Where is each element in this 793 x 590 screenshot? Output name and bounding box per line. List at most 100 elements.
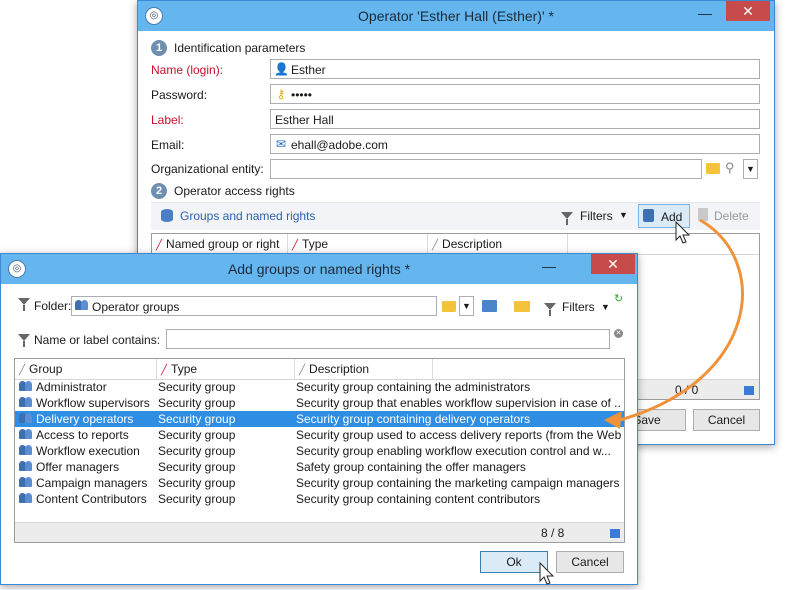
clear-filter-icon[interactable]: ✕ <box>614 329 623 338</box>
group-cell: Delivery operators <box>19 411 157 427</box>
group-cell: Offer managers <box>19 459 157 475</box>
minimize-icon[interactable]: — <box>538 259 560 276</box>
add-button-label: Add <box>661 210 683 224</box>
filter-icon <box>544 303 556 316</box>
filter-icon <box>561 212 573 225</box>
group-name: Campaign managers <box>36 476 148 490</box>
email-field[interactable]: ✉ ehall@adobe.com <box>270 134 760 154</box>
description-cell: Security group enabling workflow executi… <box>296 444 611 458</box>
groups-grid[interactable]: ╱ Group ╱ Type ╱ Description Administrator S… <box>14 358 625 543</box>
type-cell: Security group <box>158 380 236 394</box>
password-field[interactable]: ⚷ ••••• <box>270 84 760 104</box>
group-cell: Campaign managers <box>19 475 157 491</box>
groups-named-rights-link[interactable]: Groups and named rights <box>180 209 315 223</box>
description-cell: Security group containing the administra… <box>296 380 531 394</box>
description-cell: Security group that enables workflow sup… <box>296 396 622 410</box>
filters-button[interactable]: Filters <box>580 209 613 223</box>
group-icon <box>19 381 33 392</box>
table-row[interactable]: Content Contributors Security group Securi… <box>15 491 624 507</box>
table-row[interactable]: Delivery operators Security group Security… <box>15 411 624 427</box>
group-cell: Access to reports <box>19 427 157 443</box>
group-cell: Administrator <box>19 379 157 395</box>
menu-lines-icon[interactable]: ▬ ▬ ▬ <box>744 382 754 398</box>
name-filter-label: Name or label contains: <box>34 333 161 347</box>
menu-lines-icon[interactable]: ▬ ▬ ▬ <box>610 525 620 541</box>
add-dialog-titlebar[interactable]: ◎ Add groups or named rights * — ✕ <box>1 254 637 284</box>
group-icon <box>19 461 33 472</box>
group-icon <box>19 445 33 456</box>
operator-window-title: Operator 'Esther Hall (Esther)' * <box>358 8 554 24</box>
type-cell: Security group <box>158 396 236 410</box>
table-row[interactable]: Workflow supervisors Security group Securi… <box>15 395 624 411</box>
type-cell: Security group <box>158 412 236 426</box>
table-row[interactable]: Workflow execution Security group Security… <box>15 443 624 459</box>
type-cell: Security group <box>158 492 236 506</box>
column-header-label: Group <box>29 362 63 376</box>
section-number-icon: 1 <box>151 40 167 56</box>
cancel-button[interactable]: Cancel <box>693 409 760 431</box>
table-row[interactable]: Offer managers Security group Safety group… <box>15 459 624 475</box>
column-header[interactable]: ╱ Description <box>295 359 433 379</box>
folder-up-icon[interactable] <box>482 300 497 312</box>
column-header[interactable]: ╱ Type <box>288 234 428 254</box>
name-filter-input[interactable] <box>166 329 610 349</box>
column-header[interactable]: ╱ Type <box>157 359 295 379</box>
org-entity-dropdown[interactable]: ▼ <box>743 159 758 179</box>
delete-button[interactable]: Delete <box>714 209 749 223</box>
folder-open-icon[interactable] <box>514 301 530 312</box>
operator-group-icon <box>75 299 89 313</box>
label-field[interactable]: Esther Hall <box>270 109 760 129</box>
group-name: Offer managers <box>36 460 120 474</box>
trash-icon <box>698 208 708 221</box>
key-icon: ⚷ <box>276 87 286 101</box>
org-entity-field[interactable] <box>270 159 702 179</box>
group-name: Workflow supervisors <box>36 396 150 410</box>
filters-dropdown-icon[interactable]: ▼ <box>601 302 610 312</box>
filters-dropdown-icon[interactable]: ▼ <box>619 210 628 220</box>
type-cell: Security group <box>158 428 236 442</box>
minimize-icon[interactable]: — <box>694 6 716 23</box>
close-icon[interactable]: ✕ <box>726 1 770 21</box>
table-row[interactable]: Campaign managers Security group Security … <box>15 475 624 491</box>
folder-picker-icon[interactable] <box>442 301 456 312</box>
name-value: Esther <box>291 63 326 77</box>
name-field[interactable]: 👤 Esther <box>270 59 760 79</box>
refresh-icon[interactable]: ↻ <box>614 292 623 305</box>
description-cell: Security group containing delivery opera… <box>296 412 531 426</box>
email-label: Email: <box>151 138 185 152</box>
section-identification-title: Identification parameters <box>174 41 306 55</box>
description-cell: Security group used to access delivery r… <box>296 428 622 442</box>
section-number-icon: 2 <box>151 183 167 199</box>
database-icon <box>161 209 173 222</box>
filters-button[interactable]: Filters <box>562 300 595 314</box>
column-header[interactable]: ╱ Named group or right <box>152 234 288 254</box>
group-name: Access to reports <box>36 428 129 442</box>
table-row[interactable]: Administrator Security group Security grou… <box>15 379 624 395</box>
add-button[interactable]: Add <box>638 204 690 228</box>
group-icon <box>19 493 33 504</box>
password-label: Password: <box>151 88 208 102</box>
group-name: Administrator <box>36 380 107 394</box>
search-icon[interactable]: ⚲ <box>725 160 735 176</box>
column-header[interactable]: ╱ Group <box>15 359 157 379</box>
group-name: Delivery operators <box>36 412 134 426</box>
column-header-label: Type <box>171 362 198 376</box>
column-header[interactable]: ╱ Description <box>428 234 568 254</box>
ok-button[interactable]: Ok <box>480 551 548 573</box>
folder-field[interactable]: Operator groups <box>71 296 437 316</box>
column-header-label: Named group or right <box>166 237 280 251</box>
folder-label: Folder: <box>34 299 72 313</box>
envelope-icon: ✉ <box>275 137 287 151</box>
group-icon <box>19 397 33 408</box>
table-row[interactable]: Access to reports Security group Security … <box>15 427 624 443</box>
operator-titlebar[interactable]: ◎ Operator 'Esther Hall (Esther)' * — ✕ <box>138 1 774 31</box>
rights-toolbar: Groups and named rights Filters ▼ Add De… <box>151 202 760 230</box>
folder-dropdown[interactable]: ▼ <box>459 296 474 316</box>
user-icon: 👤 <box>274 62 289 76</box>
close-icon[interactable]: ✕ <box>591 254 635 274</box>
email-value: ehall@adobe.com <box>291 138 388 152</box>
cancel-button[interactable]: Cancel <box>556 551 624 573</box>
type-cell: Security group <box>158 460 236 474</box>
folder-picker-icon[interactable] <box>706 163 720 174</box>
column-header-label: Description <box>309 362 370 376</box>
